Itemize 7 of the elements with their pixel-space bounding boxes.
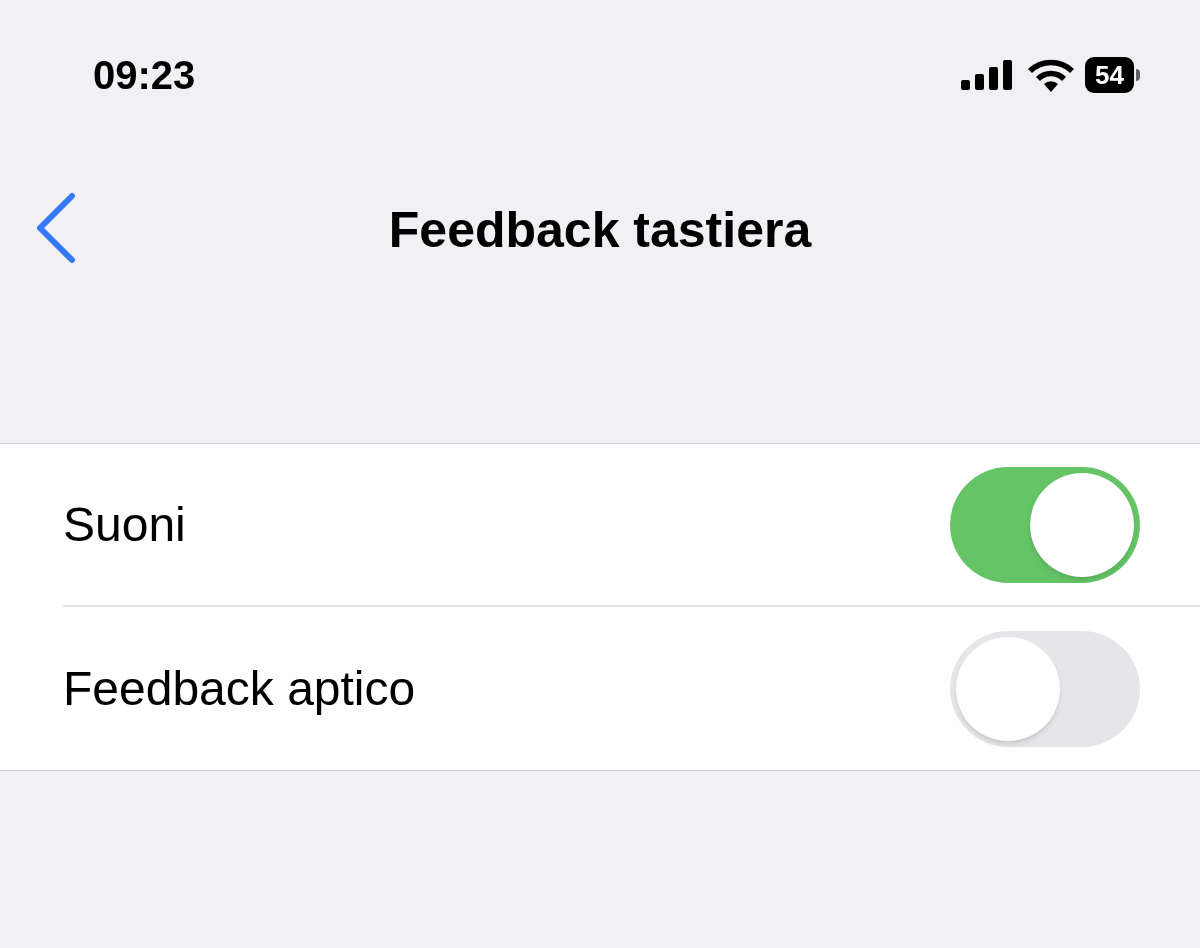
setting-label: Feedback aptico	[63, 660, 416, 717]
page-title: Feedback tastiera	[388, 200, 812, 260]
wifi-icon	[1027, 58, 1076, 92]
battery-level: 54	[1085, 57, 1134, 93]
back-chevron-icon[interactable]	[34, 192, 78, 264]
status-time: 09:23	[93, 52, 196, 99]
setting-label: Suoni	[63, 496, 186, 553]
